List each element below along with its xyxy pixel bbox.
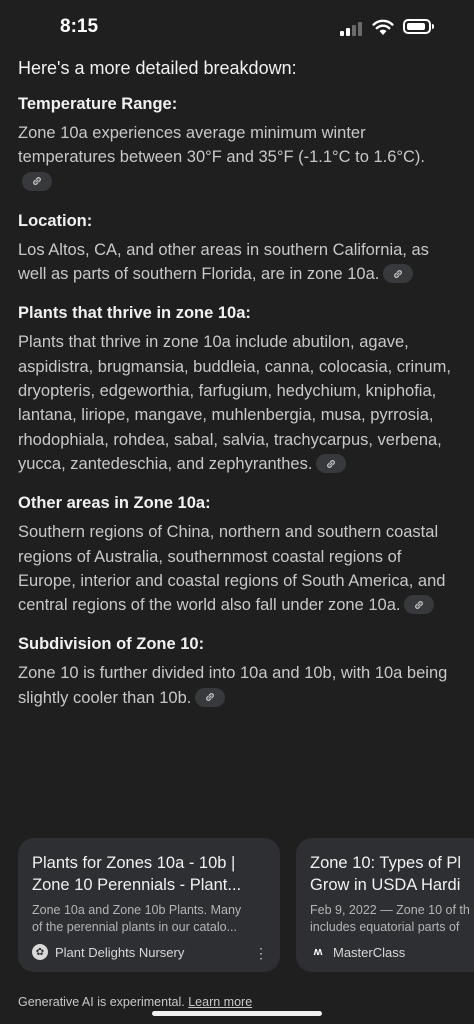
link-icon — [33, 177, 41, 186]
section-title: Temperature Range: — [18, 95, 178, 113]
section-title: Subdivision of Zone 10: — [18, 635, 205, 654]
section-location: Location: Los Altos, CA, and other areas… — [18, 210, 458, 287]
status-time: 8:15 — [60, 16, 99, 37]
plant-delights-logo-icon: ✿ — [32, 944, 48, 960]
section-subdivision: Subdivision of Zone 10: Zone 10 is furth… — [18, 633, 458, 710]
section-body: Los Altos, CA, and other areas in southe… — [18, 240, 429, 284]
disclaimer-text: Generative AI is experimental. — [18, 995, 185, 1009]
card-title-line1: Plants for Zones 10a - 10b | — [32, 854, 236, 872]
status-bar: 8:15 — [0, 0, 474, 56]
card-title-line2: Grow in USDA Hardi — [310, 876, 461, 894]
card-snippet-line1: Zone 10a and Zone 10b Plants. Many — [32, 903, 242, 917]
source-link-chip[interactable] — [195, 687, 226, 707]
source-link-chip[interactable] — [316, 454, 347, 474]
link-icon — [327, 459, 336, 468]
section-title: Other areas in Zone 10a: — [18, 494, 211, 513]
card-title-line2: Zone 10 Perennials - Plant... — [32, 876, 242, 894]
card-title-line1: Zone 10: Types of Pl — [310, 854, 462, 872]
section-body: Plants that thrive in zone 10a include a… — [18, 333, 451, 473]
source-link-chip[interactable] — [383, 264, 414, 284]
card-snippet-line1: Feb 9, 2022 — Zone 10 of th — [310, 903, 470, 917]
card-snippet-line2: of the perennial plants in our catalo... — [32, 920, 237, 934]
source-cards-carousel[interactable]: Plants for Zones 10a - 10b | Zone 10 Per… — [18, 838, 474, 972]
card-source-name: MasterClass — [333, 944, 406, 960]
card-source-name: Plant Delights Nursery — [55, 944, 185, 960]
section-temperature: Temperature Range: Zone 10a experiences … — [18, 93, 458, 194]
home-indicator[interactable] — [152, 1011, 322, 1016]
card-snippet-line2: includes equatorial parts of — [310, 920, 460, 934]
section-title: Location: — [18, 211, 93, 230]
masterclass-logo-icon: ʍ — [313, 946, 323, 958]
card-source: ʍ MasterClass — [310, 944, 406, 960]
source-link-chip[interactable] — [22, 171, 52, 191]
learn-more-link[interactable]: Learn more — [188, 995, 252, 1009]
section-body: Zone 10a experiences average minimum win… — [18, 124, 426, 167]
link-icon — [206, 693, 215, 702]
cellular-signal-icon — [340, 22, 364, 36]
ai-overview-content: Here's a more detailed breakdown: Temper… — [18, 55, 458, 726]
battery-icon — [403, 19, 434, 34]
section-other-areas: Other areas in Zone 10a: Southern region… — [18, 492, 458, 617]
card-source: ✿ Plant Delights Nursery — [32, 944, 184, 960]
more-vert-icon[interactable]: ⋮ — [254, 946, 268, 960]
source-card[interactable]: Zone 10: Types of Pl Grow in USDA Hardi … — [296, 838, 474, 972]
section-title: Plants that thrive in zone 10a: — [18, 304, 251, 323]
link-icon — [394, 269, 403, 278]
section-body: Southern regions of China, northern and … — [18, 523, 446, 615]
source-card[interactable]: Plants for Zones 10a - 10b | Zone 10 Per… — [18, 838, 280, 972]
source-link-chip[interactable] — [404, 595, 435, 615]
link-icon — [415, 600, 424, 609]
section-plants: Plants that thrive in zone 10a: Plants t… — [18, 302, 458, 476]
footer-disclaimer: Generative AI is experimental. Learn mor… — [18, 995, 252, 1009]
section-body: Zone 10 is further divided into 10a and … — [18, 664, 448, 707]
wifi-icon — [372, 19, 394, 35]
intro-text: Here's a more detailed breakdown: — [18, 58, 297, 78]
